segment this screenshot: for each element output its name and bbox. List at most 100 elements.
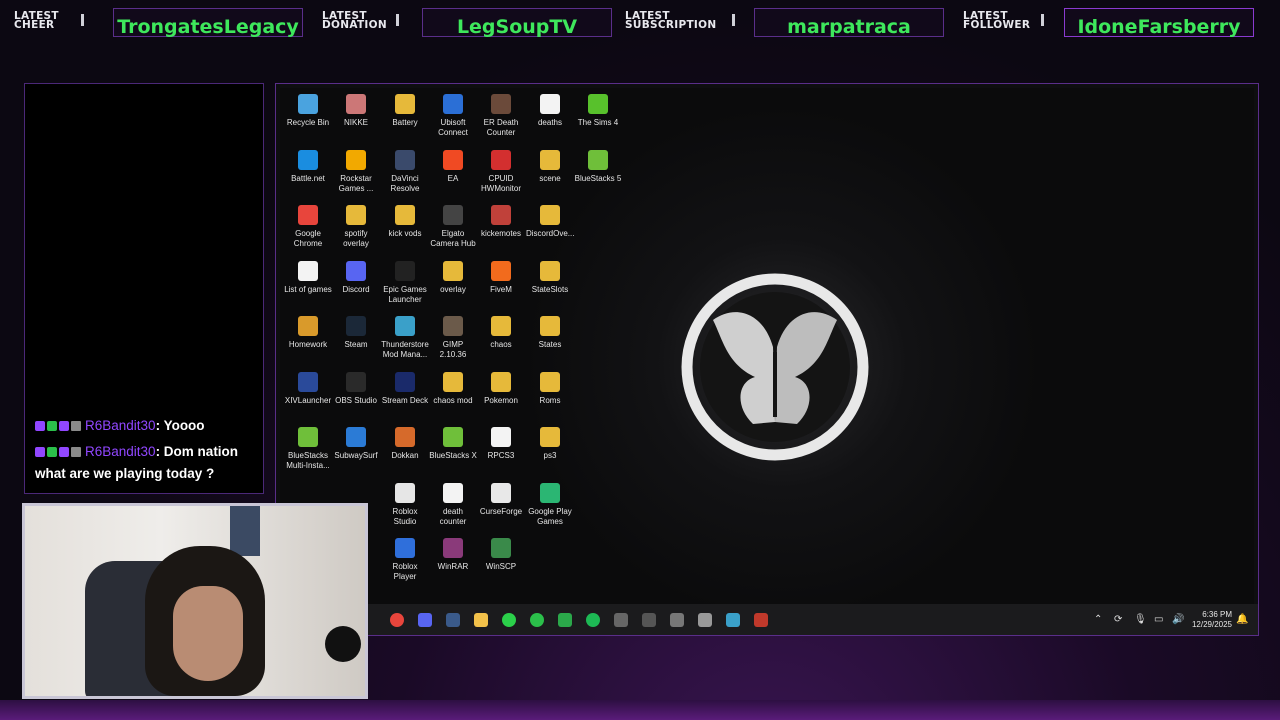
desktop-icon[interactable]: Rockstar Games ... [332, 150, 380, 194]
tag-line2: CHEER [14, 19, 55, 31]
sync-icon[interactable]: ⟳ [1114, 614, 1122, 625]
desktop-icon-label: CurseForge [479, 507, 523, 516]
desktop-icon-label: EA [447, 174, 459, 183]
chat-username[interactable]: R6Bandit30 [85, 418, 156, 433]
desktop-icon[interactable]: kick vods [381, 205, 429, 239]
app-icon [588, 150, 608, 170]
steam-icon[interactable] [446, 613, 460, 627]
desktop-icon[interactable]: EA [429, 150, 477, 184]
app-icon [346, 261, 366, 281]
desktop-icon[interactable]: Recycle Bin [284, 94, 332, 128]
desktop-icon[interactable]: FiveM [477, 261, 525, 295]
desktop-icon[interactable]: deaths [526, 94, 574, 128]
chrome-icon[interactable] [390, 613, 404, 627]
tray-chevron-icon[interactable]: ⌃ [1094, 614, 1102, 625]
desktop-icon[interactable]: List of games [284, 261, 332, 295]
latest-cheer-tag: LATEST CHEER [14, 11, 84, 31]
spotify-icon[interactable] [586, 613, 600, 627]
xbox-icon[interactable] [558, 613, 572, 627]
thunderstore-icon[interactable] [726, 613, 740, 627]
desktop-icon[interactable]: Google Chrome [284, 205, 332, 249]
desktop-icon[interactable]: Steam [332, 316, 380, 350]
desktop-icon[interactable]: DiscordOve... [526, 205, 574, 239]
record-icon[interactable] [754, 613, 768, 627]
settings-icon[interactable] [698, 613, 712, 627]
app-icon [540, 483, 560, 503]
desktop-icon[interactable]: Roms [526, 372, 574, 406]
desktop-icon[interactable]: Homework [284, 316, 332, 350]
chat-badges [35, 421, 81, 432]
desktop-icon[interactable]: RPCS3 [477, 427, 525, 461]
desktop-icon[interactable]: death counter [429, 483, 477, 527]
alerts-bar: LATEST CHEER TrongatesLegacy LATEST DONA… [0, 0, 1280, 50]
file-explorer-icon[interactable] [474, 613, 488, 627]
obs-icon[interactable] [670, 613, 684, 627]
desktop-icon[interactable]: Roblox Player [381, 538, 429, 582]
microphone-icon[interactable]: 🎙 [1134, 614, 1147, 625]
desktop-icon[interactable]: Battery [381, 94, 429, 128]
desktop-icon[interactable]: The Sims 4 [574, 94, 622, 128]
twitch-badge-icon [35, 447, 45, 458]
ai-icon[interactable] [530, 613, 544, 627]
desktop-icon[interactable]: DaVinci Resolve [381, 150, 429, 194]
desktop-icon[interactable]: Roblox Studio [381, 483, 429, 527]
desktop-icon[interactable]: Elgato Camera Hub [429, 205, 477, 249]
desktop-icon[interactable]: Stream Deck [381, 372, 429, 406]
desktop-icon[interactable]: WinSCP [477, 538, 525, 572]
desktop-icon[interactable]: OBS Studio [332, 372, 380, 406]
desktop-icon[interactable]: CPUID HWMonitor [477, 150, 525, 194]
desktop-icon[interactable]: Google Play Games [526, 483, 574, 527]
desktop-icon[interactable]: scene [526, 150, 574, 184]
desktop-icon-label: WinSCP [485, 562, 517, 571]
desktop-icon[interactable]: spotify overlay [332, 205, 380, 249]
desktop-icon[interactable]: kickemotes [477, 205, 525, 239]
desktop-icon[interactable]: ER Death Counter [477, 94, 525, 138]
folder-icon [540, 427, 560, 447]
folder-icon [491, 316, 511, 336]
streamdeck-icon[interactable] [642, 613, 656, 627]
razer-icon[interactable] [502, 613, 516, 627]
desktop-icon[interactable]: States [526, 316, 574, 350]
app-icon [395, 261, 415, 281]
desktop-icon[interactable]: CurseForge [477, 483, 525, 517]
desktop-icon-label: StateSlots [531, 285, 569, 294]
sub-badge-icon [59, 447, 69, 458]
desktop-icon[interactable]: BlueStacks 5 [574, 150, 622, 184]
discord-icon[interactable] [418, 613, 432, 627]
taskbar-clock[interactable]: 6:36 PM 12/29/2025 [1192, 610, 1232, 630]
desktop-icon[interactable]: ps3 [526, 427, 574, 461]
desktop-icon[interactable]: Battle.net [284, 150, 332, 184]
desktop-icon-label: BlueStacks Multi-Insta... [286, 451, 330, 470]
volume-icon[interactable]: 🔊 [1172, 614, 1184, 625]
display-icon[interactable]: ▭ [1154, 614, 1163, 625]
desktop-icon[interactable]: SubwaySurf [332, 427, 380, 461]
desktop-icon-label: ER Death Counter [483, 118, 519, 137]
chat-username[interactable]: R6Bandit30 [85, 444, 156, 459]
desktop-icon[interactable]: Thunderstore Mod Mana... [381, 316, 429, 360]
chat-badges [35, 447, 81, 458]
desktop-icon[interactable]: Discord [332, 261, 380, 295]
desktop-icon-label: Roblox Player [392, 562, 418, 581]
desktop-icon[interactable]: WinRAR [429, 538, 477, 572]
capture-icon[interactable] [614, 613, 628, 627]
desktop-icon[interactable]: Epic Games Launcher [381, 261, 429, 305]
desktop-icon[interactable]: Pokemon [477, 372, 525, 406]
divider [81, 14, 84, 26]
desktop-icon[interactable]: chaos mod [429, 372, 477, 406]
desktop-icon-label: The Sims 4 [577, 118, 619, 127]
desktop-icon[interactable]: StateSlots [526, 261, 574, 295]
desktop-icon[interactable]: BlueStacks X [429, 427, 477, 461]
desktop-icon-label: States [538, 340, 562, 349]
desktop-icon[interactable]: BlueStacks Multi-Insta... [284, 427, 332, 471]
desktop-icon-label: SubwaySurf [334, 451, 378, 460]
desktop-icon[interactable]: chaos [477, 316, 525, 350]
desktop-icon[interactable]: XIVLauncher [284, 372, 332, 406]
desktop-icon[interactable]: overlay [429, 261, 477, 295]
notification-bell-icon[interactable]: 🔔 [1236, 614, 1248, 625]
desktop-icon[interactable]: NIKKE [332, 94, 380, 128]
desktop-icon[interactable]: GIMP 2.10.36 [429, 316, 477, 360]
desktop-icon[interactable]: Dokkan [381, 427, 429, 461]
bottom-glow [0, 700, 1280, 720]
folder-icon [395, 205, 415, 225]
desktop-icon[interactable]: Ubisoft Connect [429, 94, 477, 138]
